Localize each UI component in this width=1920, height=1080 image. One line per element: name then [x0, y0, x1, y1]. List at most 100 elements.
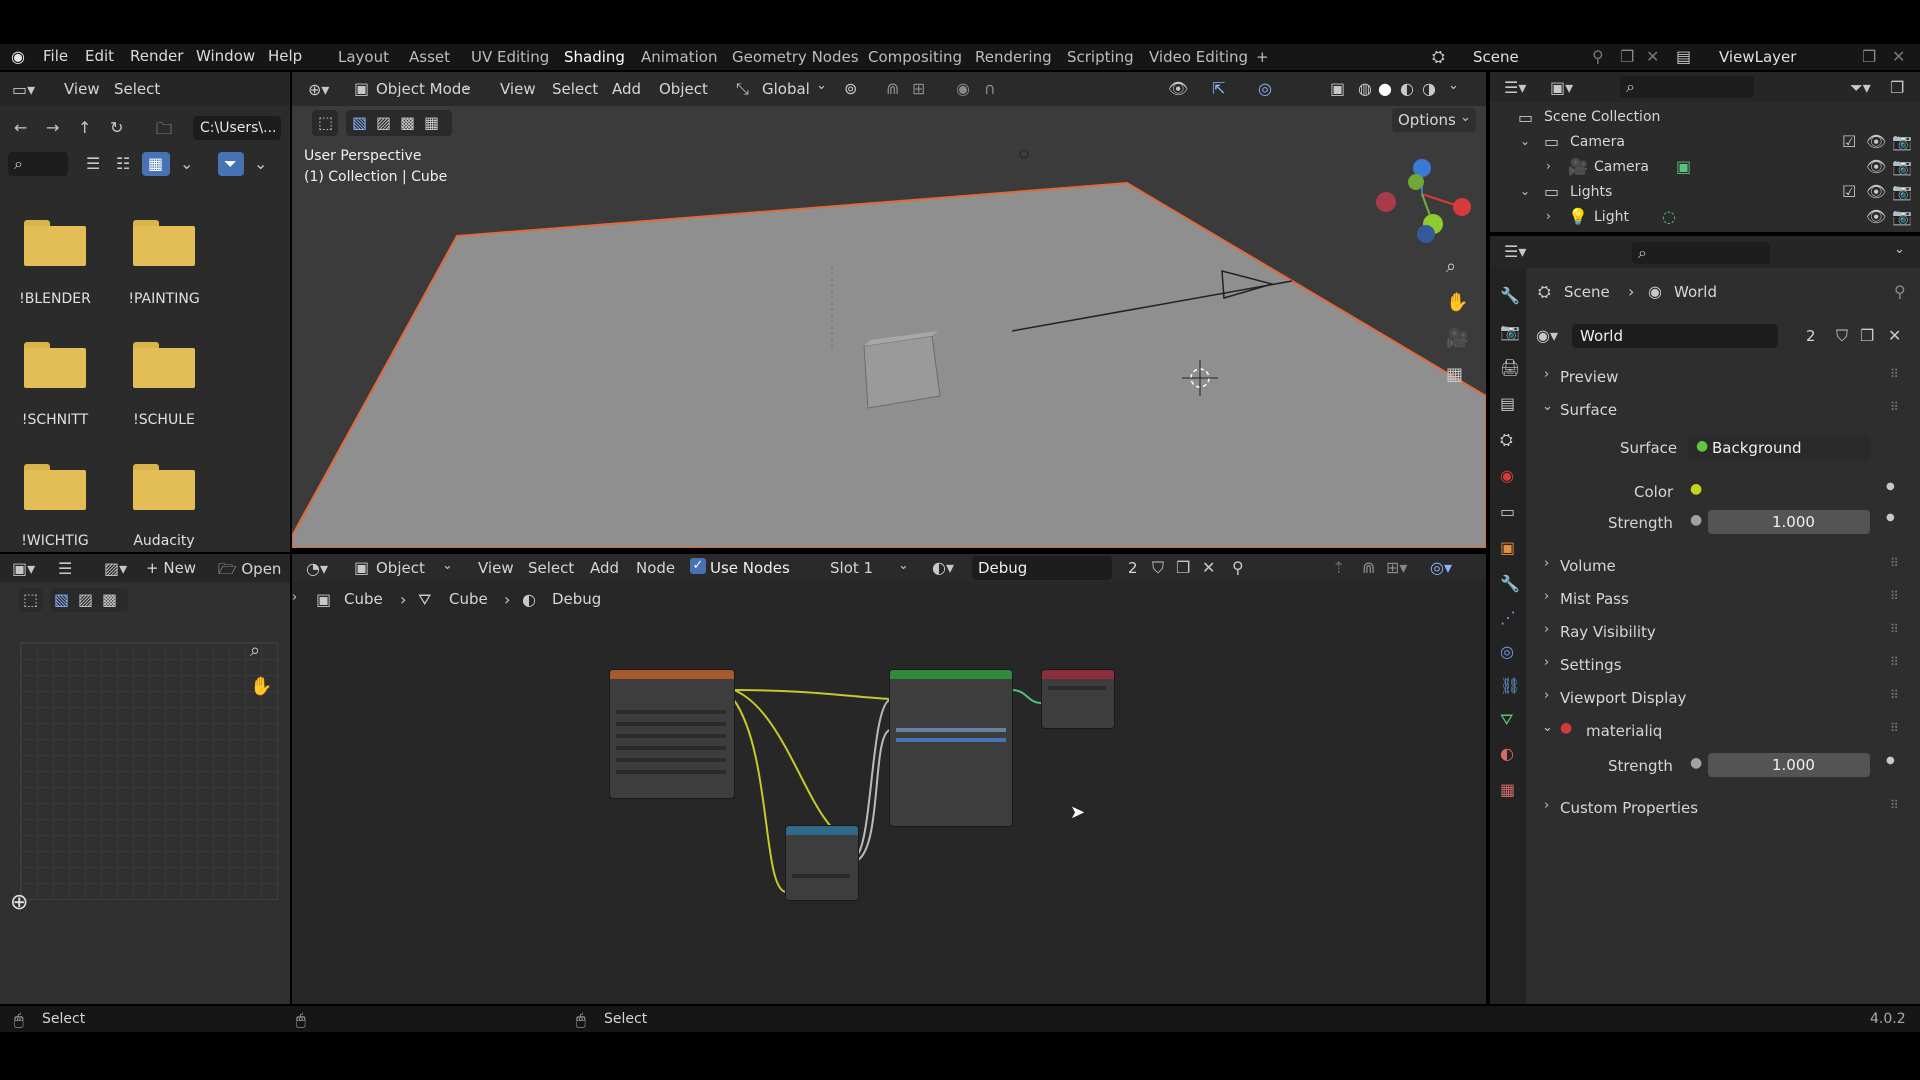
view-options-chevron-icon[interactable]: ⌄	[180, 154, 193, 173]
drag-handle-icon[interactable]: ⠿	[1890, 688, 1899, 702]
add-workspace-button[interactable]: +	[1256, 48, 1269, 66]
modifier-tab-icon[interactable]: 🔧	[1500, 574, 1520, 593]
delete-view-layer-icon[interactable]: ✕	[1892, 47, 1905, 66]
chevron-down-icon[interactable]: ⌄	[816, 78, 827, 93]
viewport-editor-icon[interactable]: ⊕▾	[308, 80, 329, 99]
eye-icon[interactable]: 👁	[1866, 182, 1886, 201]
outliner-search-input[interactable]: ⌕	[1620, 76, 1754, 98]
properties-search-input[interactable]: ⌕	[1632, 242, 1770, 264]
folder-icon[interactable]	[24, 220, 86, 266]
constraints-tab-icon[interactable]: ⛓	[1500, 676, 1520, 695]
chevron-right-icon[interactable]: ›	[1544, 589, 1549, 604]
chevron-down-icon[interactable]: ⌄	[1542, 399, 1553, 414]
open-image-button[interactable]: 🗁 Open	[218, 559, 281, 584]
solid-shading-icon[interactable]: ●	[1378, 79, 1392, 98]
viewport-object-menu[interactable]: Object	[659, 80, 708, 98]
folder-icon[interactable]	[133, 342, 195, 388]
zoom-icon[interactable]: ⌕	[250, 640, 260, 661]
folder-icon[interactable]	[24, 342, 86, 388]
gizmo-icon[interactable]: ⇱	[1212, 79, 1225, 98]
viewport-select-menu[interactable]: Select	[552, 80, 598, 98]
tab-asset[interactable]: Asset	[409, 48, 450, 66]
grid-view-icon[interactable]: ▦	[1446, 364, 1463, 385]
wireframe-shading-icon[interactable]: ◍	[1358, 79, 1372, 98]
outliner-editor-icon[interactable]: ☰▾	[1504, 78, 1526, 97]
xray-icon[interactable]: ▣	[1330, 79, 1345, 98]
chevron-right-icon[interactable]: ›	[1544, 688, 1549, 703]
uv-select-tool-button[interactable]: ⬚	[18, 588, 42, 612]
thumbnail-view-button[interactable]: ▦	[142, 152, 170, 176]
hamburger-menu-icon[interactable]: ☰	[58, 559, 72, 578]
list-vertical-view-icon[interactable]: ☰	[86, 154, 100, 173]
checkbox-icon[interactable]: ☑	[1842, 132, 1856, 151]
expand-icon[interactable]: ⌄	[1520, 134, 1530, 148]
strength-socket-dot-icon[interactable]: ●	[1690, 755, 1702, 771]
pan-hand-icon[interactable]: ✋	[1446, 292, 1468, 313]
chevron-down-icon[interactable]: ⌄	[1894, 242, 1905, 257]
refresh-icon[interactable]: ↻	[110, 118, 123, 137]
outliner-item[interactable]: Camera	[1594, 159, 1649, 175]
drag-handle-icon[interactable]: ⠿	[1890, 721, 1899, 735]
display-mode-icon[interactable]: ▣▾	[1550, 78, 1573, 97]
scene-name[interactable]: Scene	[1473, 48, 1519, 66]
expand-icon[interactable]: ›	[1546, 209, 1551, 223]
rendered-shading-icon[interactable]: ◑	[1422, 79, 1436, 98]
separate-color-node[interactable]	[786, 826, 858, 900]
chevron-right-icon[interactable]: ›	[1544, 556, 1549, 571]
pin-icon[interactable]: ⚲	[1592, 47, 1604, 66]
2d-cursor-icon[interactable]: ⊕	[10, 890, 28, 915]
material-shading-icon[interactable]: ◐	[1400, 79, 1414, 98]
outliner-item[interactable]: Light	[1594, 209, 1629, 225]
keyframe-dot-icon[interactable]: ●	[1886, 512, 1895, 523]
material-output-node[interactable]	[1042, 670, 1114, 728]
expand-icon[interactable]: ⌄	[1520, 184, 1530, 198]
texture-tab-icon[interactable]: ▦	[1500, 780, 1515, 799]
new-image-button[interactable]: + New	[146, 559, 196, 577]
viewport-add-menu[interactable]: Add	[612, 80, 641, 98]
properties-editor-icon[interactable]: ☰▾	[1504, 242, 1526, 261]
drag-handle-icon[interactable]: ⠿	[1890, 655, 1899, 669]
section-materialiq[interactable]: materialiq	[1586, 722, 1662, 740]
back-arrow-icon[interactable]: ←	[14, 118, 27, 137]
toolbar-select-tool-button[interactable]: ⬚	[312, 110, 338, 136]
surface-shader-field[interactable]: ● Background	[1688, 436, 1870, 460]
render-camera-icon[interactable]: 📷	[1892, 182, 1912, 201]
uv-grid[interactable]	[20, 642, 278, 900]
scene-tab-icon[interactable]: ⛭	[1500, 430, 1513, 450]
uv-select-mode-buttons[interactable]: ▧ ▨ ▩	[50, 588, 128, 612]
image-browse-icon[interactable]: ▨▾	[104, 559, 127, 578]
forward-arrow-icon[interactable]: →	[46, 118, 59, 137]
new-view-layer-icon[interactable]: ❐	[1862, 47, 1876, 66]
tab-video-editing[interactable]: Video Editing	[1149, 48, 1248, 66]
material-tab-icon[interactable]: ◐	[1500, 744, 1514, 763]
output-tab-icon[interactable]: 🖨	[1500, 358, 1520, 377]
parent-directory-icon[interactable]: ↑	[78, 118, 91, 137]
render-camera-icon[interactable]: 📷	[1892, 207, 1912, 226]
filter-button[interactable]: ⏷	[218, 152, 244, 176]
folder-icon[interactable]	[24, 464, 86, 510]
eye-icon[interactable]: 👁	[1866, 132, 1886, 151]
materialiq-strength-slider[interactable]: 1.000	[1708, 753, 1870, 777]
menu-file[interactable]: File	[43, 47, 68, 65]
file-browser-view-menu[interactable]: View	[64, 80, 100, 98]
options-dropdown[interactable]: Options ⌄	[1392, 108, 1476, 132]
fake-user-shield-icon[interactable]: ⛉	[1836, 326, 1848, 346]
keyframe-dot-icon[interactable]: ●	[1886, 755, 1895, 766]
render-camera-icon[interactable]: 📷	[1892, 132, 1912, 151]
chevron-right-icon[interactable]: ›	[1544, 367, 1549, 382]
new-folder-icon[interactable]: 🗀	[156, 118, 172, 145]
pin-icon[interactable]: ⚲	[1894, 282, 1906, 301]
collection-tab-icon[interactable]: ▭	[1500, 502, 1515, 521]
tab-layout[interactable]: Layout	[338, 48, 389, 66]
drag-handle-icon[interactable]: ⠿	[1890, 400, 1899, 414]
image-editor-type-icon[interactable]: ▣▾	[12, 559, 35, 578]
color-socket-dot-icon[interactable]: ●	[1690, 481, 1702, 497]
file-search-input[interactable]: ⌕	[8, 152, 68, 176]
folder-icon[interactable]	[133, 220, 195, 266]
falloff-icon[interactable]: ∩	[984, 79, 996, 98]
outliner-item[interactable]: Lights	[1570, 184, 1612, 200]
tool-tab-icon[interactable]: 🔧	[1500, 286, 1520, 305]
camera-view-icon[interactable]: 🎥	[1446, 328, 1468, 349]
tab-compositing[interactable]: Compositing	[868, 48, 962, 66]
tab-uv-editing[interactable]: UV Editing	[471, 48, 549, 66]
